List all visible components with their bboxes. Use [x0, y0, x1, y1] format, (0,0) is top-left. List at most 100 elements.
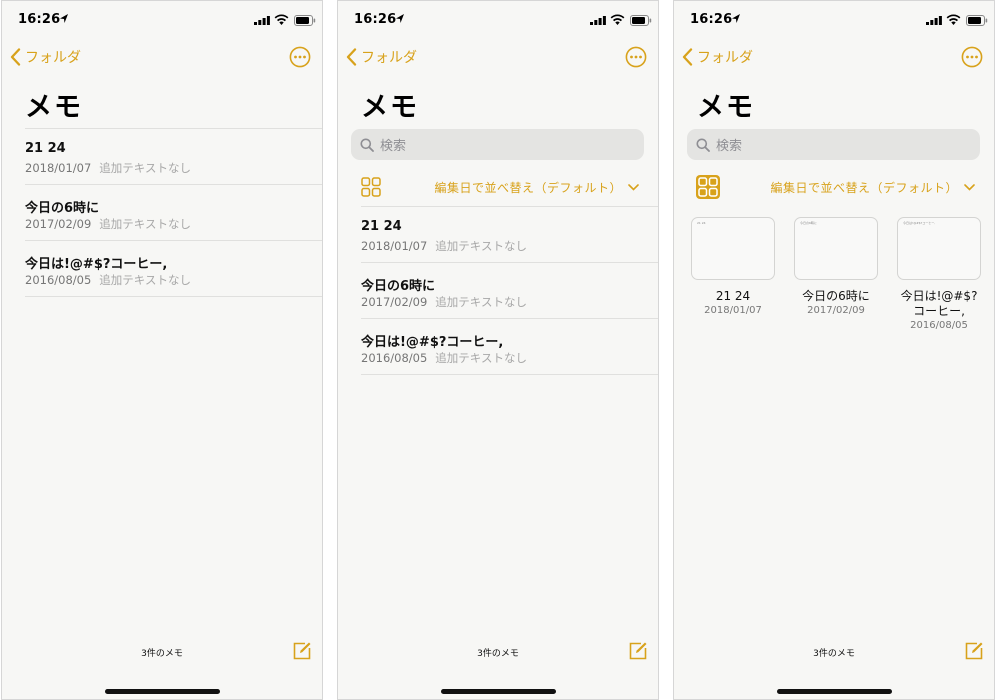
status-bar: 16:26 — [2, 11, 322, 31]
sort-label: 編集日で並べ替え（デフォルト） — [770, 181, 958, 195]
status-time: 16:26 — [690, 12, 733, 27]
note-title: 21 24 — [361, 219, 402, 234]
page-title: メモ — [361, 92, 419, 123]
note-date: 2018/01/07 — [25, 161, 92, 175]
note-title: 今日は!@#$?コーヒー, — [25, 257, 168, 272]
cellular-signal-icon — [590, 16, 606, 25]
search-icon — [696, 138, 710, 152]
wifi-icon — [610, 14, 625, 25]
grid-view-icon[interactable] — [361, 177, 381, 197]
gallery-item[interactable]: 今日の6時に 今日の6時に 2017/02/09 — [793, 217, 879, 331]
divider — [361, 374, 658, 375]
back-to-folders-button[interactable]: フォルダ — [10, 46, 81, 68]
note-date: 2018/01/07 — [704, 305, 762, 316]
page-title: メモ — [25, 92, 83, 123]
search-field[interactable]: 検索 — [687, 129, 980, 160]
page-title: メモ — [697, 92, 755, 123]
ellipsis-circle-icon[interactable] — [625, 46, 647, 68]
note-row[interactable]: 今日の6時に 2017/02/09 追加テキストなし — [25, 184, 322, 240]
search-field[interactable]: 検索 — [351, 129, 644, 160]
chevron-left-icon — [346, 48, 357, 66]
home-indicator[interactable] — [777, 689, 892, 694]
note-count: 3件のメモ — [813, 649, 855, 659]
divider — [25, 296, 322, 297]
battery-icon — [966, 15, 988, 26]
note-title: 21 24 — [715, 289, 751, 303]
battery-icon — [630, 15, 652, 26]
location-arrow-icon — [396, 14, 404, 23]
note-extra-text: 追加テキストなし — [435, 351, 527, 365]
location-arrow-icon — [732, 14, 740, 23]
note-date: 2016/08/05 — [25, 273, 92, 287]
note-row[interactable]: 21 24 2018/01/07 追加テキストなし — [361, 206, 658, 262]
status-bar: 16:26 — [674, 11, 994, 31]
note-title: 今日は!@#$?コーヒー, — [361, 335, 504, 350]
cellular-signal-icon — [254, 16, 270, 25]
thumbnail-preview-text: 21 24 — [697, 221, 706, 225]
cellular-signal-icon — [926, 16, 942, 25]
gallery-item[interactable]: 21 24 21 24 2018/01/07 — [690, 217, 776, 331]
note-extra-text: 追加テキストなし — [435, 295, 527, 309]
screen-list-view: 16:26 フォルダ メモ 21 24 2018/01/07 追加テキストなし 今… — [1, 0, 323, 700]
status-time: 16:26 — [18, 12, 61, 27]
search-placeholder: 検索 — [380, 139, 407, 154]
notes-list: 21 24 2018/01/07 追加テキストなし 今日の6時に 2017/02/… — [361, 206, 658, 375]
ellipsis-circle-icon[interactable] — [289, 46, 311, 68]
chevron-left-icon — [682, 48, 693, 66]
screen-list-view-search: 16:26 フォルダ メモ 検索 編集日で並べ替え（デフォルト） 21 24 2… — [337, 0, 659, 700]
note-date: 2017/02/09 — [25, 217, 92, 231]
compose-icon[interactable] — [628, 641, 648, 661]
note-date: 2016/08/05 — [910, 320, 968, 331]
sort-button[interactable]: 編集日で並べ替え（デフォルト） — [770, 179, 975, 196]
back-label: フォルダ — [361, 50, 417, 66]
note-date: 2016/08/05 — [361, 351, 428, 365]
chevron-left-icon — [10, 48, 21, 66]
note-thumbnail: 今日は!@#$?コーヒー, — [897, 217, 981, 280]
chevron-down-icon — [628, 184, 639, 191]
grid-view-toggle[interactable] — [696, 175, 720, 199]
note-row[interactable]: 21 24 2018/01/07 追加テキストなし — [25, 128, 322, 184]
compose-icon[interactable] — [292, 641, 312, 661]
home-indicator[interactable] — [105, 689, 220, 694]
wifi-icon — [946, 14, 961, 25]
note-title: 21 24 — [25, 141, 66, 156]
screen-gallery-view: 16:26 フォルダ メモ 検索 編集日で並べ替え（デフォルト） 21 24 2… — [673, 0, 995, 700]
wifi-icon — [274, 14, 289, 25]
location-arrow-icon — [60, 14, 68, 23]
note-thumbnail: 今日の6時に — [794, 217, 878, 280]
notes-list: 21 24 2018/01/07 追加テキストなし 今日の6時に 2017/02/… — [25, 128, 322, 297]
ellipsis-circle-icon[interactable] — [961, 46, 983, 68]
note-extra-text: 追加テキストなし — [99, 273, 191, 287]
search-icon — [360, 138, 374, 152]
thumbnail-preview-text: 今日は!@#$?コーヒー, — [903, 221, 936, 225]
note-row[interactable]: 今日は!@#$?コーヒー, 2016/08/05 追加テキストなし — [25, 240, 322, 296]
note-extra-text: 追加テキストなし — [435, 239, 527, 253]
sort-button[interactable]: 編集日で並べ替え（デフォルト） — [434, 179, 639, 196]
notes-gallery: 21 24 21 24 2018/01/07 今日の6時に 今日の6時に 201… — [690, 217, 982, 331]
note-count: 3件のメモ — [477, 649, 519, 659]
back-to-folders-button[interactable]: フォルダ — [346, 46, 417, 68]
note-date: 2017/02/09 — [807, 305, 865, 316]
compose-icon[interactable] — [964, 641, 984, 661]
note-extra-text: 追加テキストなし — [99, 217, 191, 231]
chevron-down-icon — [964, 184, 975, 191]
gallery-item[interactable]: 今日は!@#$?コーヒー, 今日は!@#$?コーヒー, 2016/08/05 — [896, 217, 982, 331]
back-label: フォルダ — [25, 50, 81, 66]
note-extra-text: 追加テキストなし — [99, 161, 191, 175]
note-thumbnail: 21 24 — [691, 217, 775, 280]
grid-view-icon — [698, 177, 718, 197]
home-indicator[interactable] — [441, 689, 556, 694]
note-title: 今日の6時に — [802, 289, 870, 303]
thumbnail-preview-text: 今日の6時に — [800, 221, 817, 225]
note-row[interactable]: 今日の6時に 2017/02/09 追加テキストなし — [361, 262, 658, 318]
note-date: 2017/02/09 — [361, 295, 428, 309]
status-time: 16:26 — [354, 12, 397, 27]
status-bar: 16:26 — [338, 11, 658, 31]
note-row[interactable]: 今日は!@#$?コーヒー, 2016/08/05 追加テキストなし — [361, 318, 658, 374]
note-title: 今日の6時に — [25, 201, 100, 216]
note-title: 今日の6時に — [361, 279, 436, 294]
back-to-folders-button[interactable]: フォルダ — [682, 46, 753, 68]
note-date: 2018/01/07 — [361, 239, 428, 253]
back-label: フォルダ — [697, 50, 753, 66]
battery-icon — [294, 15, 316, 26]
